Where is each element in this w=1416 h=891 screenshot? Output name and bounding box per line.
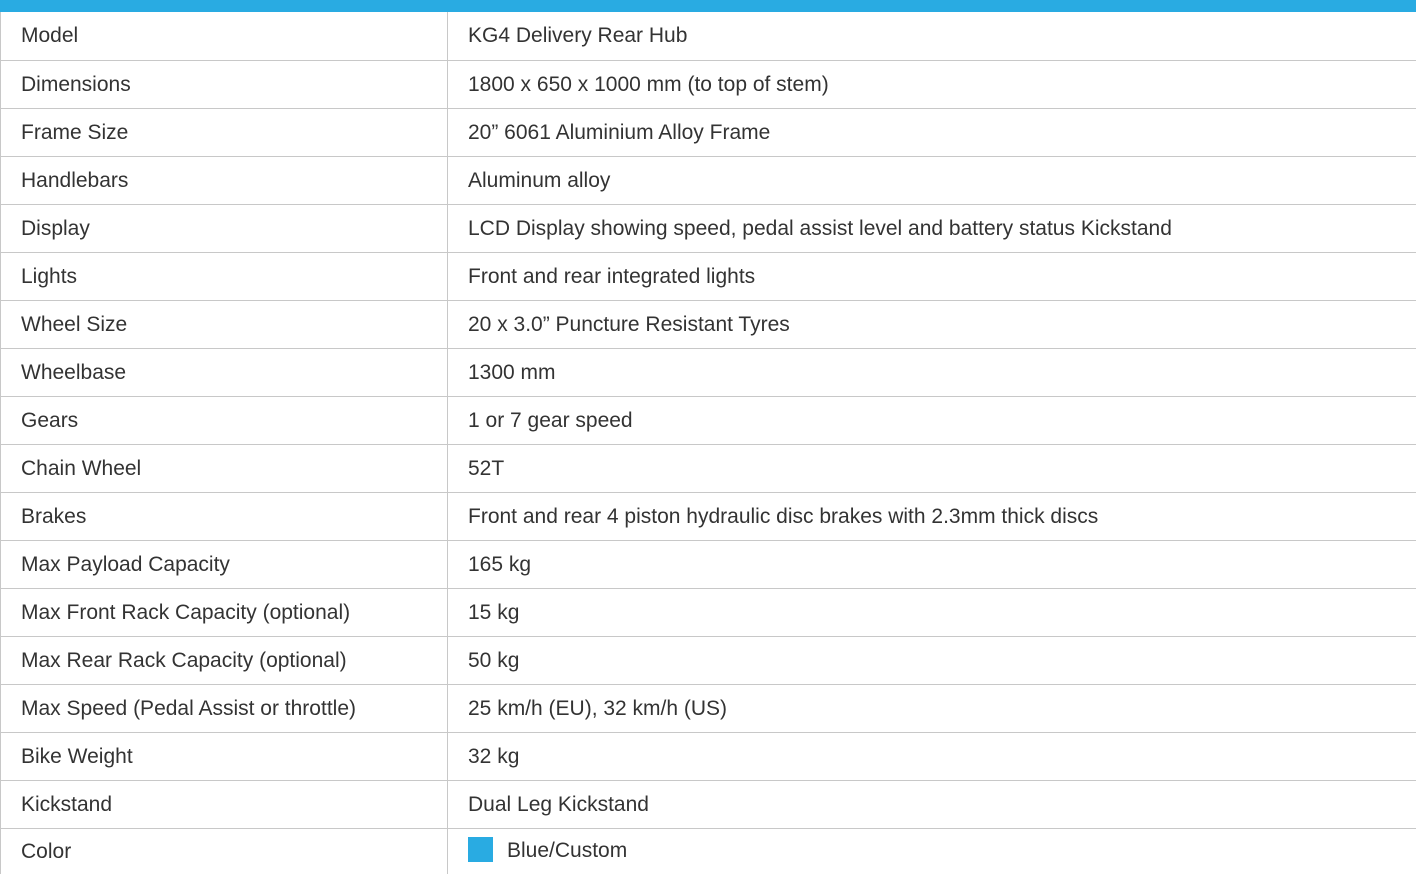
table-row: Max Rear Rack Capacity (optional) 50 kg [0,635,1416,685]
color-swatch [468,836,493,862]
spec-value-text: Blue/Custom [507,838,628,862]
spec-label: Color [0,827,448,874]
spec-value-text: 1800 x 650 x 1000 mm (to top of stem) [468,72,829,96]
spec-label: Lights [0,251,448,301]
table-row: Brakes Front and rear 4 piston hydraulic … [0,491,1416,541]
spec-value-text: Aluminum alloy [468,168,611,192]
spec-label: Handlebars [0,155,448,205]
spec-value: 52T [447,443,1416,493]
spec-value: 20” 6061 Aluminium Alloy Frame [447,107,1416,157]
spec-sheet: Model KG4 Delivery Rear Hub Dimensions 1800… [0,0,1416,891]
spec-label: Wheelbase [0,347,448,397]
spec-label: Max Rear Rack Capacity (optional) [0,635,448,685]
spec-label: Wheel Size [0,299,448,349]
spec-value: Front and rear integrated lights [447,251,1416,301]
spec-value-text: 20 x 3.0” Puncture Resistant Tyres [468,312,790,336]
spec-label: Kickstand [0,779,448,829]
spec-value: 50 kg [447,635,1416,685]
spec-value: 25 km/h (EU), 32 km/h (US) [447,683,1416,733]
spec-value-text: 20” 6061 Aluminium Alloy Frame [468,120,771,144]
spec-value-text: 1300 mm [468,360,556,384]
spec-value: 165 kg [447,539,1416,589]
header-accent-bar [0,0,1416,12]
spec-value: Front and rear 4 piston hydraulic disc b… [447,491,1416,541]
spec-value-text: Front and rear 4 piston hydraulic disc b… [468,504,1099,528]
spec-value-text: KG4 Delivery Rear Hub [468,24,688,48]
spec-label: Gears [0,395,448,445]
table-row: Kickstand Dual Leg Kickstand [0,779,1416,829]
spec-value-text: 15 kg [468,600,520,624]
spec-value-text: Dual Leg Kickstand [468,792,649,816]
table-row: Max Speed (Pedal Assist or throttle) 25 k… [0,683,1416,733]
table-row: Frame Size 20” 6061 Aluminium Alloy Frame [0,107,1416,157]
table-row: Lights Front and rear integrated lights [0,251,1416,301]
spec-label: Bike Weight [0,731,448,781]
table-row: Bike Weight 32 kg [0,731,1416,781]
table-row: Display LCD Display showing speed, pedal … [0,203,1416,253]
spec-label: Brakes [0,491,448,541]
spec-value: Dual Leg Kickstand [447,779,1416,829]
spec-table-body: Model KG4 Delivery Rear Hub Dimensions 1800… [0,12,1416,874]
spec-table: Model KG4 Delivery Rear Hub Dimensions 1800… [0,12,1416,874]
spec-value-text: LCD Display showing speed, pedal assist … [468,216,1172,240]
table-row: Gears 1 or 7 gear speed [0,395,1416,445]
spec-value: 15 kg [447,587,1416,637]
spec-value: KG4 Delivery Rear Hub [447,12,1416,61]
spec-value: 32 kg [447,731,1416,781]
spec-value-text: 25 km/h (EU), 32 km/h (US) [468,696,728,720]
table-row: Wheelbase 1300 mm [0,347,1416,397]
spec-value-text: 52T [468,456,505,480]
spec-label: Max Speed (Pedal Assist or throttle) [0,683,448,733]
spec-value: 1 or 7 gear speed [447,395,1416,445]
table-row: Dimensions 1800 x 650 x 1000 mm (to top o… [0,59,1416,109]
spec-label: Model [0,12,448,61]
spec-label: Frame Size [0,107,448,157]
spec-value-text: Front and rear integrated lights [468,264,756,288]
spec-value: Blue/Custom [447,827,1416,874]
spec-label: Dimensions [0,59,448,109]
spec-label: Display [0,203,448,253]
table-row: Handlebars Aluminum alloy [0,155,1416,205]
spec-value: 20 x 3.0” Puncture Resistant Tyres [447,299,1416,349]
table-row: Max Payload Capacity 165 kg [0,539,1416,589]
spec-value: LCD Display showing speed, pedal assist … [447,203,1416,253]
table-row: Model KG4 Delivery Rear Hub [0,12,1416,61]
spec-value: 1800 x 650 x 1000 mm (to top of stem) [447,59,1416,109]
spec-value: Aluminum alloy [447,155,1416,205]
spec-value-text: 165 kg [468,552,532,576]
spec-value-text: 32 kg [468,744,520,768]
table-row: Chain Wheel 52T [0,443,1416,493]
spec-label: Max Front Rack Capacity (optional) [0,587,448,637]
spec-label: Chain Wheel [0,443,448,493]
table-row: Max Front Rack Capacity (optional) 15 kg [0,587,1416,637]
spec-value-text: 1 or 7 gear speed [468,408,633,432]
spec-value-text: 50 kg [468,648,520,672]
spec-value: 1300 mm [447,347,1416,397]
table-row: Color Blue/Custom [0,827,1416,874]
spec-label: Max Payload Capacity [0,539,448,589]
table-row: Wheel Size 20 x 3.0” Puncture Resistant T… [0,299,1416,349]
